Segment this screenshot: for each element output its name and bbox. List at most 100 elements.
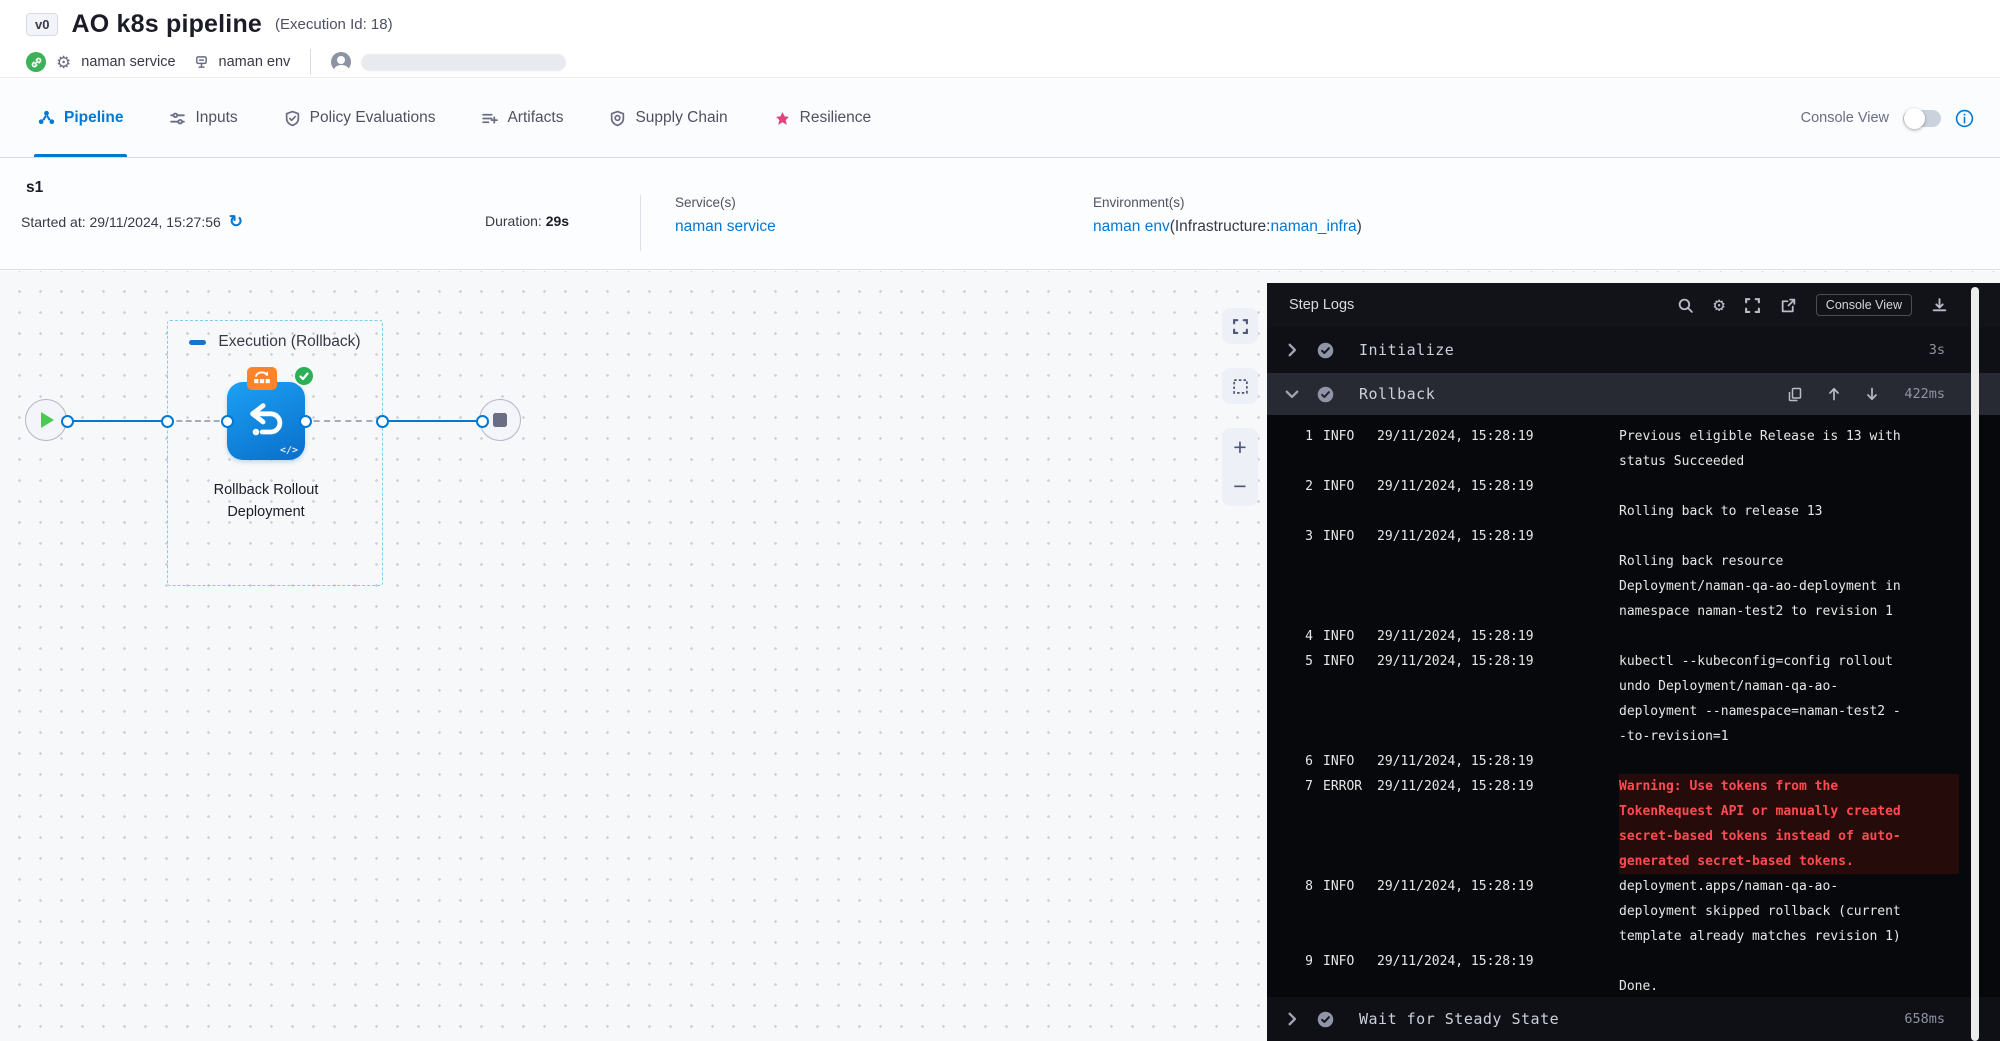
log-panel-header: Step Logs ⚙ Console View	[1267, 283, 2000, 327]
log-line: 5 INFO 29/11/2024, 15:28:19 kubectl --kubec…	[1297, 649, 2000, 749]
connector-port	[376, 415, 389, 428]
log-section-wait-for-steady-state[interactable]: Wait for Steady State 658ms	[1267, 997, 2000, 1041]
pipeline-icon	[38, 110, 55, 127]
zoom-in-button[interactable]: +	[1222, 428, 1258, 467]
supply-chain-icon	[609, 110, 626, 127]
environments-label: Environment(s)	[1093, 195, 1362, 210]
version-badge: v0	[26, 13, 58, 36]
log-panel-title: Step Logs	[1289, 297, 1354, 313]
log-section-initialize[interactable]: Initialize 3s	[1267, 327, 2000, 373]
tab-bar: Pipeline Inputs Policy Evaluations Artif…	[0, 79, 2000, 158]
section-name: Rollback	[1359, 385, 1435, 403]
stagebar-divider	[640, 195, 641, 251]
log-timestamp: 29/11/2024, 15:28:19	[1377, 524, 1611, 549]
cd-module-icon	[26, 52, 46, 72]
log-line-number: 6	[1297, 749, 1313, 774]
log-level: INFO	[1323, 524, 1369, 549]
scroll-bottom-icon[interactable]	[1866, 387, 1878, 401]
scroll-top-icon[interactable]	[1828, 387, 1840, 401]
header-service-name[interactable]: naman service	[81, 54, 175, 70]
log-line-number: 4	[1297, 624, 1313, 649]
log-timestamp: 29/11/2024, 15:28:19	[1377, 649, 1611, 674]
log-line: 8INFO29/11/2024, 15:28:19deployment.apps…	[1297, 874, 2000, 949]
chevron-right-icon[interactable]	[1277, 1012, 1307, 1026]
tab-policy-evaluations-label: Policy Evaluations	[310, 109, 436, 127]
rollout-deployment-badge-icon	[247, 367, 277, 390]
copy-logs-icon[interactable]	[1788, 387, 1802, 402]
log-line-number: 5	[1297, 649, 1313, 674]
log-timestamp: 29/11/2024, 15:28:19	[1377, 624, 1611, 649]
log-line: 4INFO29/11/2024, 15:28:19	[1297, 624, 2000, 649]
log-message: deployment.apps/naman-qa-ao- deployment …	[1619, 874, 1959, 949]
log-message: Rolling back resource Deployment/naman-q…	[1619, 524, 1959, 624]
edge-start-to-stage	[67, 420, 167, 422]
policy-shield-icon	[284, 110, 301, 127]
tab-policy-evaluations[interactable]: Policy Evaluations	[284, 79, 436, 157]
log-level: INFO	[1323, 649, 1369, 674]
console-view-label: Console View	[1801, 110, 1889, 126]
log-message: Warning: Use tokens from the TokenReques…	[1619, 774, 1959, 874]
tab-resilience-label: Resilience	[800, 109, 872, 127]
log-timestamp: 29/11/2024, 15:28:19	[1377, 949, 1611, 974]
log-line: 9INFO29/11/2024, 15:28:19 Done.	[1297, 949, 2000, 997]
zoom-out-button[interactable]: −	[1222, 467, 1258, 506]
selection-mode-button[interactable]	[1222, 368, 1258, 404]
user-avatar-icon	[331, 52, 351, 72]
step-logs-panel: Step Logs ⚙ Console View Initialize 3	[1267, 283, 2000, 1041]
info-icon[interactable]	[1955, 109, 1974, 128]
duration: Duration: 29s	[485, 213, 569, 229]
header-divider	[310, 49, 311, 75]
connector-port	[221, 415, 234, 428]
section-name: Initialize	[1359, 341, 1454, 359]
log-console-view-button[interactable]: Console View	[1816, 294, 1912, 316]
log-settings-icon[interactable]: ⚙	[1713, 296, 1724, 315]
connector-port	[299, 415, 312, 428]
pipeline-title: AO k8s pipeline	[71, 10, 262, 39]
log-search-icon[interactable]	[1677, 297, 1694, 314]
section-duration: 658ms	[1904, 1011, 1945, 1027]
environment-link[interactable]: naman env	[1093, 218, 1170, 235]
log-scrollbar[interactable]	[1971, 287, 1979, 1041]
stage-name: s1	[26, 179, 43, 197]
chevron-right-icon[interactable]	[1277, 343, 1307, 357]
tab-pipeline[interactable]: Pipeline	[38, 79, 123, 157]
redacted-user-info	[361, 54, 566, 71]
play-icon	[41, 412, 54, 428]
fit-to-screen-button[interactable]	[1222, 308, 1258, 344]
connector-port	[161, 415, 174, 428]
zoom-controls: + −	[1222, 428, 1258, 506]
infrastructure-link[interactable]: naman_infra	[1270, 218, 1356, 235]
log-output[interactable]: 1INFO29/11/2024, 15:28:19Previous eligib…	[1267, 415, 2000, 997]
console-view-toggle[interactable]	[1903, 110, 1941, 127]
stage-info-bar: s1 Started at: 29/11/2024, 15:27:56 ↻ Du…	[0, 159, 2000, 270]
log-message: kubectl --kubeconfig=config rollout undo…	[1619, 649, 1959, 749]
tab-resilience[interactable]: Resilience	[774, 79, 872, 157]
service-link[interactable]: naman service	[675, 218, 776, 236]
page-header: v0 AO k8s pipeline (Execution Id: 18) ⚙ …	[0, 0, 2000, 78]
tab-inputs[interactable]: Inputs	[169, 79, 237, 157]
log-level: INFO	[1323, 949, 1369, 974]
tab-pipeline-label: Pipeline	[64, 109, 123, 127]
toggle-knob	[1904, 108, 1925, 129]
log-section-rollback[interactable]: Rollback 422ms	[1267, 373, 2000, 415]
chevron-down-icon[interactable]	[1277, 389, 1307, 399]
success-check-icon	[1307, 1011, 1343, 1028]
download-logs-icon[interactable]	[1931, 297, 1948, 314]
log-line-number: 7	[1297, 774, 1313, 799]
success-check-icon	[1307, 386, 1343, 403]
header-environment-name[interactable]: naman env	[219, 54, 291, 70]
log-fullscreen-icon[interactable]	[1744, 297, 1761, 314]
success-check-icon	[1307, 342, 1343, 359]
tab-supply-chain[interactable]: Supply Chain	[609, 79, 727, 157]
log-timestamp: 29/11/2024, 15:28:19	[1377, 874, 1611, 899]
step-node-rollback-rollout-deployment[interactable]: </>	[227, 382, 305, 460]
collapse-stage-button[interactable]	[189, 340, 206, 345]
open-in-new-tab-icon[interactable]	[1780, 297, 1797, 314]
log-line-number: 9	[1297, 949, 1313, 974]
log-timestamp: 29/11/2024, 15:28:19	[1377, 749, 1611, 774]
execution-history-icon[interactable]: ↻	[229, 213, 243, 230]
log-line-error: 7ERROR29/11/2024, 15:28:19Warning: Use t…	[1297, 774, 2000, 874]
tab-supply-chain-label: Supply Chain	[635, 109, 727, 127]
tab-artifacts[interactable]: Artifacts	[481, 79, 563, 157]
artifacts-icon	[481, 110, 498, 127]
